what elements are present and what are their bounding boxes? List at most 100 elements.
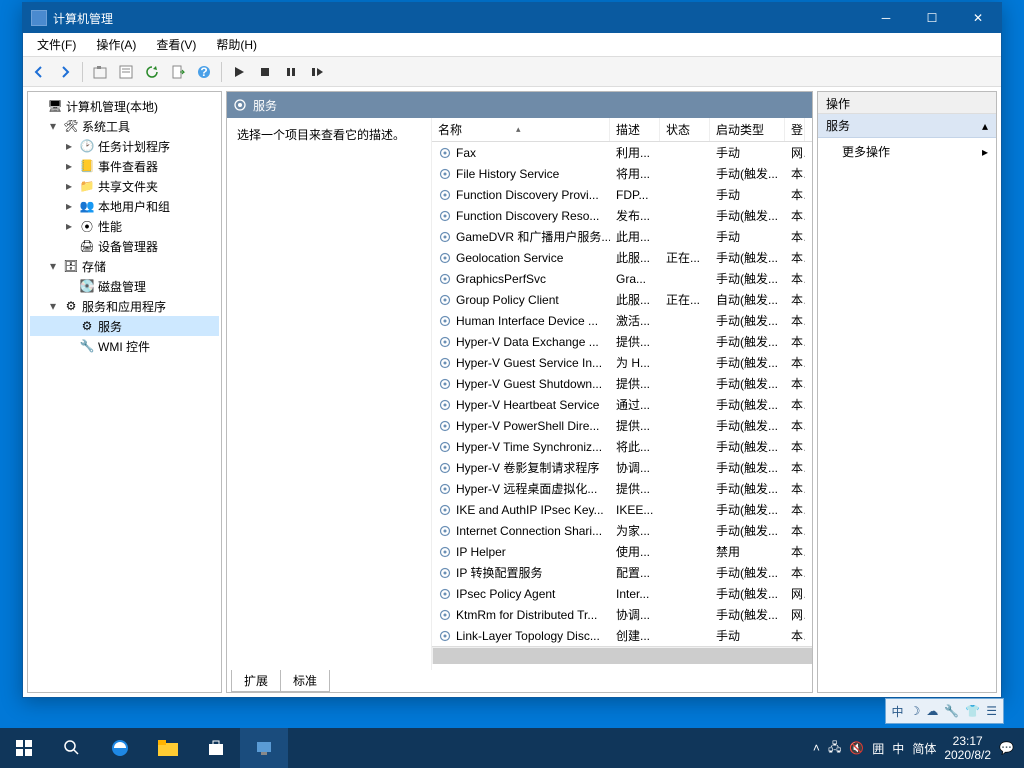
- service-row[interactable]: Group Policy Client此服...正在...自动(触发...本: [432, 289, 812, 310]
- expander-icon[interactable]: ▸: [62, 199, 76, 213]
- service-row[interactable]: Hyper-V Time Synchroniz...将此...手动(触发...本: [432, 436, 812, 457]
- service-row[interactable]: Hyper-V Data Exchange ...提供...手动(触发...本: [432, 331, 812, 352]
- task-explorer[interactable]: [144, 728, 192, 768]
- service-row[interactable]: Human Interface Device ...激活...手动(触发...本: [432, 310, 812, 331]
- ime-cloud-icon[interactable]: ☁: [926, 704, 938, 718]
- tray-ime1[interactable]: 囲: [872, 740, 884, 757]
- service-row[interactable]: IP 转换配置服务配置...手动(触发...本: [432, 562, 812, 583]
- col-startup[interactable]: 启动类型: [710, 118, 785, 141]
- titlebar[interactable]: 计算机管理 ─ ☐ ✕: [23, 3, 1001, 33]
- help-button[interactable]: ?: [192, 60, 216, 84]
- tab-extended[interactable]: 扩展: [231, 670, 281, 692]
- tree-node[interactable]: 🔧WMI 控件: [30, 336, 219, 356]
- service-name: File History Service: [456, 167, 559, 181]
- properties-button[interactable]: [114, 60, 138, 84]
- actions-context[interactable]: 服务 ▴: [818, 114, 996, 138]
- horizontal-scrollbar[interactable]: [432, 646, 812, 664]
- service-row[interactable]: Hyper-V 远程桌面虚拟化...提供...手动(触发...本: [432, 478, 812, 499]
- col-logon[interactable]: 登: [785, 118, 805, 141]
- search-button[interactable]: [48, 728, 96, 768]
- action-more[interactable]: 更多操作 ▸: [818, 138, 996, 165]
- col-name[interactable]: 名称: [438, 121, 462, 138]
- expander-icon[interactable]: ▸: [62, 219, 76, 233]
- service-row[interactable]: File History Service将用...手动(触发...本: [432, 163, 812, 184]
- service-row[interactable]: Function Discovery Reso...发布...手动(触发...本: [432, 205, 812, 226]
- expander-icon[interactable]: ▾: [46, 299, 60, 313]
- minimize-button[interactable]: ─: [863, 3, 909, 33]
- ime-skin-icon[interactable]: 👕: [965, 704, 980, 718]
- expander-icon[interactable]: ▸: [62, 139, 76, 153]
- service-row[interactable]: Internet Connection Shari...为家...手动(触发..…: [432, 520, 812, 541]
- expander-icon[interactable]: ▾: [46, 259, 60, 273]
- ime-moon-icon[interactable]: ☽: [910, 704, 921, 718]
- service-row[interactable]: GameDVR 和广播用户服务...此用...手动本: [432, 226, 812, 247]
- maximize-button[interactable]: ☐: [909, 3, 955, 33]
- col-status[interactable]: 状态: [660, 118, 710, 141]
- ime-toolbar[interactable]: 中 ☽ ☁ 🔧 👕 ☰: [885, 698, 1004, 724]
- service-row[interactable]: Hyper-V Heartbeat Service通过...手动(触发...本: [432, 394, 812, 415]
- expander-icon[interactable]: ▸: [62, 159, 76, 173]
- refresh-button[interactable]: [140, 60, 164, 84]
- tree-node[interactable]: 🖥计算机管理(本地): [30, 96, 219, 116]
- restart-service-button[interactable]: [305, 60, 329, 84]
- tray-network-icon[interactable]: 🖧: [828, 738, 841, 759]
- tree-node[interactable]: ▾🛠系统工具: [30, 116, 219, 136]
- tray-ime3[interactable]: 简体: [912, 740, 936, 757]
- tree-node[interactable]: ▸📁共享文件夹: [30, 176, 219, 196]
- stop-service-button[interactable]: [253, 60, 277, 84]
- task-store[interactable]: [192, 728, 240, 768]
- service-row[interactable]: IKE and AuthIP IPsec Key...IKEE...手动(触发.…: [432, 499, 812, 520]
- tree-node[interactable]: ▾⚙服务和应用程序: [30, 296, 219, 316]
- tree-pane[interactable]: 🖥计算机管理(本地)▾🛠系统工具▸🕑任务计划程序▸📒事件查看器▸📁共享文件夹▸👥…: [27, 91, 222, 693]
- tray-clock[interactable]: 23:17 2020/8/2: [944, 734, 991, 763]
- tree-node[interactable]: ▸🕑任务计划程序: [30, 136, 219, 156]
- ime-menu-icon[interactable]: ☰: [986, 704, 997, 718]
- service-row[interactable]: Hyper-V 卷影复制请求程序协调...手动(触发...本: [432, 457, 812, 478]
- menu-view[interactable]: 查看(V): [148, 34, 204, 55]
- service-row[interactable]: Hyper-V PowerShell Dire...提供...手动(触发...本: [432, 415, 812, 436]
- tree-node[interactable]: 🖨设备管理器: [30, 236, 219, 256]
- tray-notifications-icon[interactable]: 💬: [999, 741, 1014, 755]
- expander-icon[interactable]: ▸: [62, 179, 76, 193]
- pause-service-button[interactable]: [279, 60, 303, 84]
- close-button[interactable]: ✕: [955, 3, 1001, 33]
- tree-node[interactable]: ⚙服务: [30, 316, 219, 336]
- tree-node[interactable]: ▸⦿性能: [30, 216, 219, 236]
- tray-chevron-icon[interactable]: ˄: [813, 741, 820, 755]
- back-button[interactable]: [27, 60, 51, 84]
- service-row[interactable]: KtmRm for Distributed Tr...协调...手动(触发...…: [432, 604, 812, 625]
- tree-node[interactable]: ▾🗄存储: [30, 256, 219, 276]
- service-row[interactable]: IP Helper使用...禁用本: [432, 541, 812, 562]
- export-button[interactable]: [166, 60, 190, 84]
- service-row[interactable]: GraphicsPerfSvcGra...手动(触发...本: [432, 268, 812, 289]
- service-row[interactable]: Function Discovery Provi...FDP...手动本: [432, 184, 812, 205]
- tray-volume-icon[interactable]: 🔇: [849, 741, 864, 755]
- tree-node[interactable]: ▸👥本地用户和组: [30, 196, 219, 216]
- service-row[interactable]: Fax利用...手动网: [432, 142, 812, 163]
- task-edge[interactable]: [96, 728, 144, 768]
- tree-node[interactable]: 💽磁盘管理: [30, 276, 219, 296]
- service-row[interactable]: Link-Layer Topology Disc...创建...手动本: [432, 625, 812, 646]
- service-row[interactable]: IPsec Policy AgentInter...手动(触发...网: [432, 583, 812, 604]
- service-row[interactable]: Geolocation Service此服...正在...手动(触发...本: [432, 247, 812, 268]
- menu-help[interactable]: 帮助(H): [208, 34, 265, 55]
- start-service-button[interactable]: [227, 60, 251, 84]
- up-button[interactable]: [88, 60, 112, 84]
- ime-lang[interactable]: 中: [892, 703, 904, 720]
- task-compmgmt[interactable]: [240, 728, 288, 768]
- menu-action[interactable]: 操作(A): [88, 34, 144, 55]
- taskbar[interactable]: ˄ 🖧 🔇 囲 中 简体 23:17 2020/8/2 💬: [0, 728, 1024, 768]
- list-header[interactable]: 名称▴ 描述 状态 启动类型 登: [432, 118, 812, 142]
- forward-button[interactable]: [53, 60, 77, 84]
- tree-node[interactable]: ▸📒事件查看器: [30, 156, 219, 176]
- service-row[interactable]: Hyper-V Guest Shutdown...提供...手动(触发...本: [432, 373, 812, 394]
- col-desc[interactable]: 描述: [610, 118, 660, 141]
- expander-icon[interactable]: ▾: [46, 119, 60, 133]
- ime-wrench-icon[interactable]: 🔧: [944, 704, 959, 718]
- menu-file[interactable]: 文件(F): [29, 34, 84, 55]
- tray-ime2[interactable]: 中: [892, 740, 904, 757]
- services-list[interactable]: 名称▴ 描述 状态 启动类型 登 Fax利用...手动网File History…: [432, 118, 812, 670]
- service-row[interactable]: Hyper-V Guest Service In...为 H...手动(触发..…: [432, 352, 812, 373]
- tab-standard[interactable]: 标准: [280, 670, 330, 692]
- start-button[interactable]: [0, 728, 48, 768]
